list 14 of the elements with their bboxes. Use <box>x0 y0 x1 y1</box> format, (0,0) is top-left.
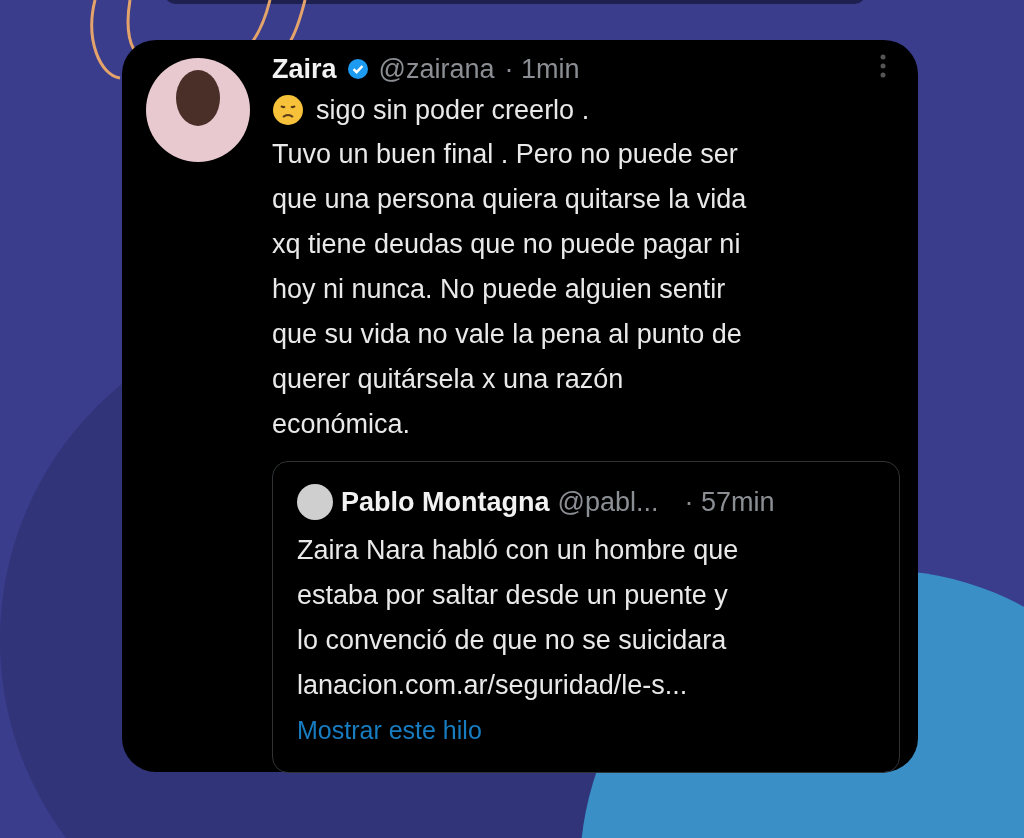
avatar <box>297 484 333 520</box>
tweet-text: Tuvo un buen final . Pero no puede ser que una persona quiera quitarse la vida xq tiene deudas que no puede pagar ni hoy ni nunca. No puede alguien sentir que su vida no vale la pena al punto de querer quitársela x una razón económica. <box>272 138 748 441</box>
user-name: Pablo Montagna <box>341 486 550 518</box>
more-icon[interactable] <box>880 54 886 78</box>
user-handle: @zairana <box>378 53 495 85</box>
tweet-text: sigo sin poder creerlo . <box>316 94 590 126</box>
user-handle: @pabl... <box>557 486 659 518</box>
quoted-tweet-text: Zaira Nara habló con un hombre que estaba por saltar desde un puente y lo convenció de que no se suicidara lanacion.com.ar/seguridad/le-s... <box>297 534 740 702</box>
sad-face-icon <box>272 94 304 126</box>
show-thread-link[interactable]: Mostrar este hilo <box>297 716 875 745</box>
quoted-tweet[interactable]: Pablo Montagna @pabl... · 57min Zaira Nara habló con un hombre que estaba por saltar desde un puente y lo convenció de que no se suicidara lanacion.com.ar/seguridad/le-s... Mostrar este hilo <box>272 461 900 773</box>
timestamp: · 57min <box>684 486 775 518</box>
user-name[interactable]: Zaira <box>272 53 337 85</box>
timestamp: · 1min <box>504 53 580 85</box>
